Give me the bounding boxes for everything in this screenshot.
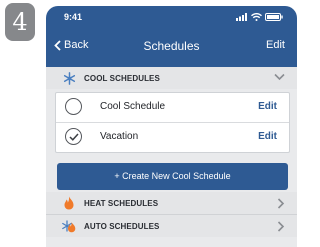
chevron-right-icon xyxy=(277,198,285,209)
schedule-name: Cool Schedule xyxy=(100,101,166,112)
battery-icon xyxy=(265,13,283,21)
flame-icon xyxy=(62,196,76,210)
radio-checked-icon[interactable] xyxy=(65,128,82,145)
heat-schedules-header[interactable]: HEAT SCHEDULES xyxy=(46,192,297,214)
flame-snowflake-icon xyxy=(62,219,76,233)
edit-button[interactable]: Edit xyxy=(266,39,285,51)
wifi-icon xyxy=(251,13,262,21)
radio-unchecked-icon[interactable] xyxy=(65,98,82,115)
app-header: 9:41 Back Schedules Edit xyxy=(46,6,297,67)
edit-schedule-button[interactable]: Edit xyxy=(258,131,277,142)
status-bar: 9:41 xyxy=(46,6,297,28)
list-item[interactable]: Vacation Edit xyxy=(56,122,289,152)
snowflake-icon xyxy=(62,71,76,85)
phone-screen: 9:41 Back Schedules Edit COOL SCHEDULES … xyxy=(46,6,297,247)
auto-schedules-header[interactable]: AUTO SCHEDULES xyxy=(46,215,297,237)
nav-bar: Back Schedules Edit xyxy=(46,28,297,60)
status-icons xyxy=(236,13,283,21)
edit-schedule-button[interactable]: Edit xyxy=(258,101,277,112)
page-title: Schedules xyxy=(143,39,200,53)
chevron-right-icon xyxy=(277,221,285,232)
checkmark-icon xyxy=(68,132,79,141)
cool-schedules-label: COOL SCHEDULES xyxy=(84,73,160,83)
signal-icon xyxy=(236,13,247,21)
status-time: 9:41 xyxy=(64,12,83,22)
create-cool-schedule-button[interactable]: + Create New Cool Schedule xyxy=(57,163,288,190)
schedule-name: Vacation xyxy=(100,131,139,142)
cool-schedules-header[interactable]: COOL SCHEDULES xyxy=(46,67,297,89)
chevron-down-icon xyxy=(274,73,285,81)
auto-schedules-label: AUTO SCHEDULES xyxy=(84,221,160,231)
step-number-badge: 4 xyxy=(5,3,35,41)
cool-schedule-list: Cool Schedule Edit Vacation Edit xyxy=(55,92,290,153)
list-item[interactable]: Cool Schedule Edit xyxy=(56,93,289,122)
heat-schedules-label: HEAT SCHEDULES xyxy=(84,198,159,208)
